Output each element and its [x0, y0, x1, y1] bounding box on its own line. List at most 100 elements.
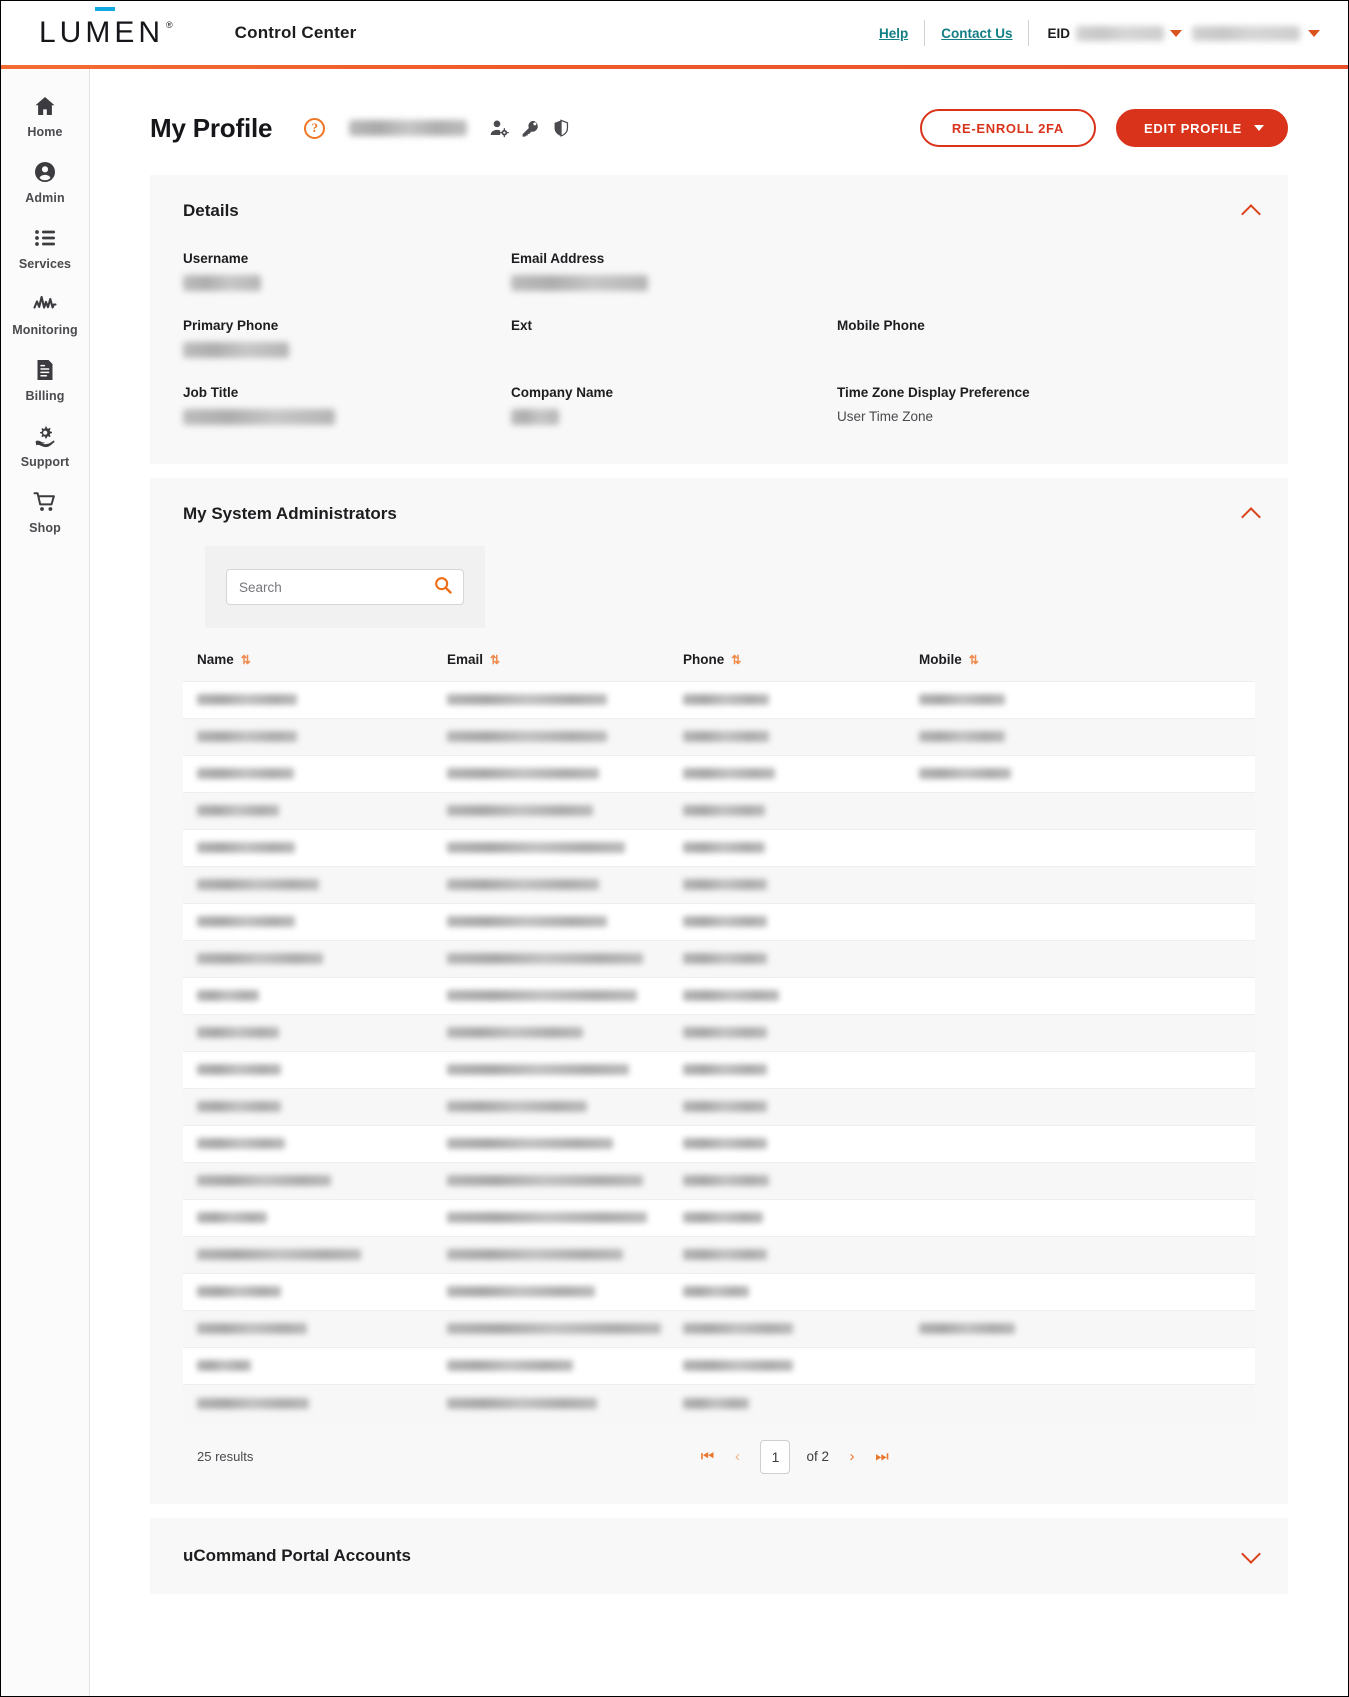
- chevron-up-icon[interactable]: [1243, 509, 1260, 519]
- account-selector[interactable]: [1192, 25, 1326, 41]
- chevron-down-icon[interactable]: [1170, 29, 1182, 37]
- cell-phone: [669, 1015, 905, 1052]
- cell-value-redacted: [197, 842, 295, 854]
- help-link[interactable]: Help: [863, 26, 924, 41]
- cell-value-redacted: [197, 1027, 279, 1039]
- sort-icon[interactable]: ⇅: [241, 653, 251, 667]
- table-row[interactable]: [183, 866, 1255, 904]
- contact-us-link[interactable]: Contact Us: [925, 26, 1028, 41]
- cell-name: [183, 830, 433, 867]
- sidebar-item-admin[interactable]: Admin: [1, 149, 89, 215]
- cell-value-redacted: [197, 1175, 331, 1187]
- sidebar-item-shop[interactable]: Shop: [1, 479, 89, 545]
- last-page-button[interactable]: ⏭: [869, 1444, 895, 1470]
- table-row[interactable]: [183, 792, 1255, 830]
- sidebar-item-services[interactable]: Services: [1, 215, 89, 281]
- chevron-down-icon[interactable]: [1308, 29, 1320, 37]
- eid-selector[interactable]: EID: [1029, 25, 1192, 41]
- cell-phone: [669, 1163, 905, 1200]
- cart-icon: [33, 490, 57, 514]
- administrators-card-header[interactable]: My System Administrators: [150, 478, 1288, 524]
- cell-value-redacted: [447, 1249, 623, 1261]
- cell-email: [433, 1385, 669, 1422]
- table-row[interactable]: [183, 1199, 1255, 1237]
- header-actions: Help Contact Us EID: [863, 18, 1326, 48]
- field-value-redacted: [183, 275, 261, 291]
- reenroll-2fa-button[interactable]: RE-ENROLL 2FA: [919, 109, 1097, 147]
- field-company-name: Company Name: [511, 385, 837, 430]
- column-header-name[interactable]: Name ⇅: [183, 652, 433, 682]
- page-title: My Profile: [150, 112, 273, 143]
- table-row[interactable]: [183, 829, 1255, 867]
- cell-phone: [669, 867, 905, 904]
- results-count: 25 results: [197, 1449, 254, 1464]
- cell-value-redacted: [197, 1286, 281, 1298]
- key-icon[interactable]: [521, 119, 540, 138]
- field-job-title: Job Title: [183, 385, 511, 430]
- first-page-button[interactable]: ⏮: [694, 1444, 720, 1470]
- cell-value-redacted: [197, 953, 323, 965]
- table-row[interactable]: [183, 903, 1255, 941]
- table-row[interactable]: [183, 1384, 1255, 1422]
- sidebar-item-support[interactable]: Support: [1, 413, 89, 479]
- table-row[interactable]: [183, 1125, 1255, 1163]
- table-row[interactable]: [183, 940, 1255, 978]
- sidebar-item-monitoring[interactable]: Monitoring: [1, 281, 89, 347]
- cell-email: [433, 1089, 669, 1126]
- search-input[interactable]: [239, 579, 433, 595]
- details-title: Details: [183, 201, 239, 220]
- table-row[interactable]: [183, 1014, 1255, 1052]
- search-box[interactable]: [226, 569, 464, 605]
- home-icon: [33, 94, 57, 118]
- column-header-email[interactable]: Email ⇅: [433, 652, 669, 682]
- sort-icon[interactable]: ⇅: [490, 653, 500, 667]
- cell-email: [433, 1311, 669, 1348]
- chevron-down-icon[interactable]: [1243, 1551, 1260, 1561]
- cell-phone: [669, 1348, 905, 1385]
- table-row[interactable]: [183, 977, 1255, 1015]
- sort-icon[interactable]: ⇅: [731, 653, 741, 667]
- sidebar-item-home[interactable]: Home: [1, 83, 89, 149]
- table-row[interactable]: [183, 681, 1255, 719]
- table-row[interactable]: [183, 1162, 1255, 1200]
- lumen-logo[interactable]: LUMEN ®: [39, 7, 173, 50]
- table-row[interactable]: [183, 1051, 1255, 1089]
- field-username: Username: [183, 251, 511, 296]
- details-card: Details Username Email Address Primary P…: [150, 175, 1288, 464]
- cell-mobile: [905, 1126, 1255, 1163]
- table-row[interactable]: [183, 1273, 1255, 1311]
- cell-mobile: [905, 941, 1255, 978]
- field-label: Username: [183, 251, 249, 266]
- table-row[interactable]: [183, 1347, 1255, 1385]
- cell-value-redacted: [447, 1323, 661, 1335]
- table-row[interactable]: [183, 1236, 1255, 1274]
- cell-phone: [669, 756, 905, 793]
- sort-icon[interactable]: ⇅: [969, 653, 979, 667]
- edit-profile-button[interactable]: EDIT PROFILE: [1116, 109, 1288, 147]
- chevron-up-icon[interactable]: [1243, 206, 1260, 216]
- cell-value-redacted: [447, 694, 607, 706]
- table-row[interactable]: [183, 1310, 1255, 1348]
- cell-value-redacted: [447, 1027, 583, 1039]
- cell-value-redacted: [683, 768, 775, 780]
- page-number-input[interactable]: 1: [760, 1439, 791, 1474]
- previous-page-button[interactable]: ‹: [724, 1444, 750, 1470]
- column-header-phone[interactable]: Phone ⇅: [669, 652, 905, 682]
- search-icon[interactable]: [433, 575, 453, 600]
- help-icon[interactable]: ?: [304, 117, 326, 139]
- cell-name: [183, 1015, 433, 1052]
- sidebar-item-billing[interactable]: Billing: [1, 347, 89, 413]
- eid-label: EID: [1047, 25, 1070, 41]
- details-body: Username Email Address Primary Phone Ext…: [150, 221, 1288, 464]
- cell-phone: [669, 793, 905, 830]
- ucommand-card-header[interactable]: uCommand Portal Accounts: [150, 1518, 1288, 1594]
- table-row[interactable]: [183, 755, 1255, 793]
- next-page-button[interactable]: ›: [839, 1444, 865, 1470]
- user-settings-icon[interactable]: [489, 118, 510, 138]
- column-header-mobile[interactable]: Mobile ⇅: [905, 652, 1255, 682]
- table-row[interactable]: [183, 1088, 1255, 1126]
- profile-actions: RE-ENROLL 2FA EDIT PROFILE: [919, 109, 1288, 147]
- table-row[interactable]: [183, 718, 1255, 756]
- shield-icon[interactable]: [552, 118, 570, 138]
- details-card-header[interactable]: Details: [150, 175, 1288, 221]
